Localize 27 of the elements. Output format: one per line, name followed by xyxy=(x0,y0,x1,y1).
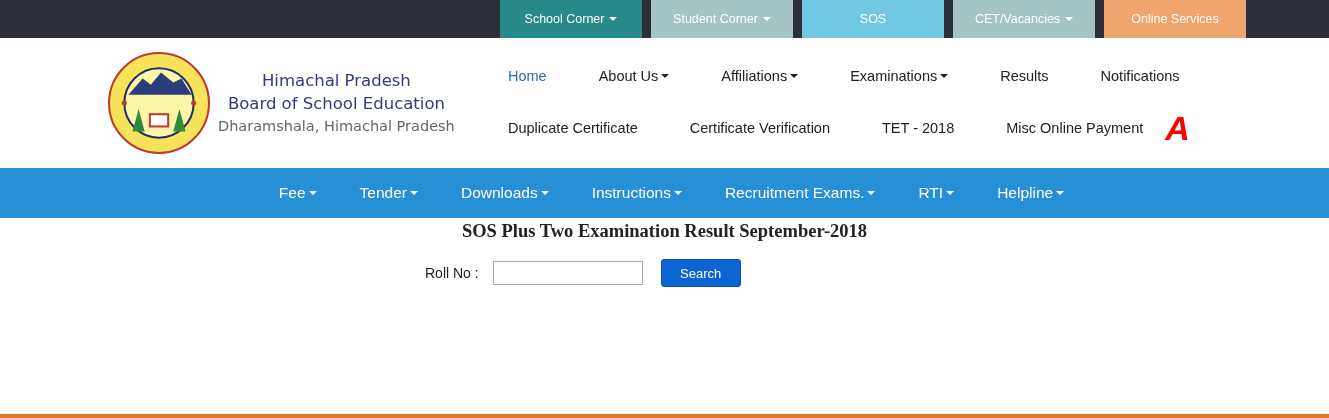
page-title: SOS Plus Two Examination Result September-2018 xyxy=(460,221,869,242)
roll-no-field[interactable] xyxy=(492,261,643,285)
nav-link[interactable]: Recruitment Exams. xyxy=(724,184,876,202)
search-button[interactable]: Search xyxy=(660,259,741,287)
nav-link[interactable]: Examinations xyxy=(850,63,949,89)
nav-link[interactable]: Tender xyxy=(359,184,418,202)
board-name: Himachal Pradesh xyxy=(261,70,411,92)
roll-no-label: Roll No : xyxy=(425,265,479,281)
nav-link[interactable]: Downloads xyxy=(460,184,549,202)
nav-link[interactable]: RTI xyxy=(918,184,955,202)
logo-icon xyxy=(108,52,210,154)
board-location: Dharamshala, Himachal Pradesh xyxy=(218,117,455,136)
nav-link[interactable]: TET - 2018 xyxy=(882,115,955,141)
nav-link[interactable]: Certificate Verification xyxy=(689,115,830,141)
nav-link[interactable]: Helpline xyxy=(997,184,1065,202)
nav-link[interactable]: Duplicate Certificate xyxy=(508,115,638,141)
nav-link[interactable]: Misc Online Payment xyxy=(1006,115,1144,141)
nav-link[interactable]: Notifications xyxy=(1100,63,1180,89)
top-menu-tab[interactable]: School Corner xyxy=(500,0,642,38)
board-name: Board of School Education xyxy=(227,93,445,115)
nav-link[interactable]: Fee xyxy=(278,184,317,202)
nav-link[interactable]: Instructions xyxy=(591,184,682,202)
nav-link[interactable]: Home xyxy=(508,63,547,89)
nav-link[interactable]: Affiliations xyxy=(721,63,799,89)
font-size-toggle[interactable]: A xyxy=(1165,113,1190,143)
nav-link[interactable]: About Us xyxy=(598,63,670,89)
nav-link[interactable]: Results xyxy=(1000,63,1049,89)
